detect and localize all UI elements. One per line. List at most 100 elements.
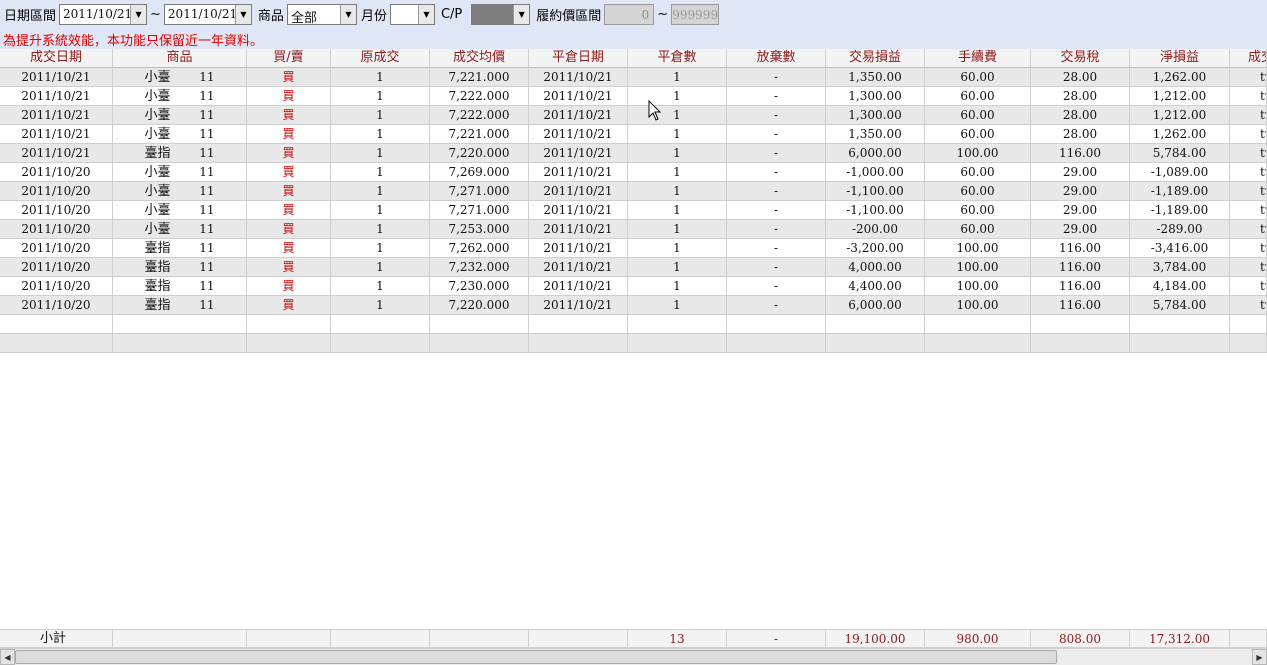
extra-cell: tv	[1230, 68, 1267, 87]
avg-price-cell: 7,262.000	[430, 239, 529, 258]
date-from-dropdown[interactable]: 2011/10/21 ▼	[59, 4, 148, 25]
orig-qty-cell: 1	[331, 163, 430, 182]
scroll-thumb[interactable]	[15, 650, 1057, 664]
column-header-orig-qty[interactable]: 原成交	[331, 49, 430, 68]
avg-price-cell: 7,271.000	[430, 201, 529, 220]
column-header-close-date[interactable]: 平倉日期	[529, 49, 628, 68]
table-row[interactable]: 2011/10/21 小臺 11 買 1 7,222.000 2011/10/21 1-1,3…	[0, 87, 1267, 106]
retention-notice: 為提升系統效能，本功能只保留近一年資料。	[0, 29, 1267, 49]
table-row[interactable]: 2011/10/21 小臺 11 買 1 7,221.000 2011/10/21 1-1,3…	[0, 68, 1267, 87]
column-header-trade-pnl[interactable]: 交易損益	[826, 49, 925, 68]
dropdown-arrow-icon[interactable]: ▼	[513, 5, 530, 24]
horizontal-scrollbar[interactable]: ◀ ▶	[0, 648, 1267, 665]
close-qty-cell: 1	[628, 182, 727, 201]
fee-cell: 100.00	[925, 258, 1031, 277]
column-header-extra[interactable]: 成交	[1230, 49, 1267, 68]
net-pnl-cell: 1,212.00	[1130, 87, 1230, 106]
dropdown-arrow-icon[interactable]: ▼	[417, 5, 434, 24]
empty-row	[0, 334, 1267, 353]
product-cell: 臺指 11	[113, 296, 247, 315]
column-header-net-pnl[interactable]: 淨損益	[1130, 49, 1230, 68]
table-row[interactable]: 2011/10/20 臺指 11 買 1 7,230.000 2011/10/21 1-4,4…	[0, 277, 1267, 296]
table-row[interactable]: 2011/10/20 臺指 11 買 1 7,262.000 2011/10/21 1- -3,…	[0, 239, 1267, 258]
fee-cell: 60.00	[925, 68, 1031, 87]
fee-cell: 60.00	[925, 125, 1031, 144]
net-pnl-cell: 4,184.00	[1130, 277, 1230, 296]
orig-qty-cell: 1	[331, 277, 430, 296]
product-month: 11	[199, 203, 215, 217]
column-header-close-qty[interactable]: 平倉數	[628, 49, 727, 68]
product-name: 臺指	[144, 260, 171, 275]
column-header-product[interactable]: 商品	[113, 49, 247, 68]
close-date-cell: 2011/10/21	[529, 296, 628, 315]
subtotal-pnl: 19,100.00	[826, 629, 925, 648]
product-month: 11	[199, 298, 215, 312]
empty-cell	[826, 315, 925, 334]
cp-dropdown[interactable]: ▼	[471, 4, 531, 25]
product-cell: 臺指 11	[113, 239, 247, 258]
trade-date-cell: 2011/10/21	[0, 125, 113, 144]
column-header-abandon-qty[interactable]: 放棄數	[727, 49, 826, 68]
close-date-cell: 2011/10/21	[529, 144, 628, 163]
column-header-trade-date[interactable]: 成交日期	[0, 49, 113, 68]
tax-cell: 28.00	[1031, 125, 1130, 144]
net-pnl-cell: -1,189.00	[1130, 201, 1230, 220]
orig-qty-cell: 1	[331, 296, 430, 315]
buy-sell-cell: 買	[247, 201, 331, 220]
extra-cell: tv	[1230, 239, 1267, 258]
date-from-value: 2011/10/21	[63, 7, 131, 21]
column-header-tax[interactable]: 交易稅	[1031, 49, 1130, 68]
close-qty-cell: 1	[628, 144, 727, 163]
trade-date-cell: 2011/10/21	[0, 144, 113, 163]
scroll-right-arrow-icon[interactable]: ▶	[1252, 649, 1267, 665]
strike-to-input[interactable]: 999999	[671, 4, 720, 25]
table-row[interactable]: 2011/10/20 臺指 11 買 1 7,232.000 2011/10/21 1-4,0…	[0, 258, 1267, 277]
empty-cell	[1130, 334, 1230, 353]
table-row[interactable]: 2011/10/20 小臺 11 買 1 7,271.000 2011/10/21 1- -1,…	[0, 201, 1267, 220]
product-label: 商品	[257, 9, 284, 24]
table-row[interactable]: 2011/10/21 小臺 11 買 1 7,221.000 2011/10/21 1-1,3…	[0, 125, 1267, 144]
extra-cell: tv	[1230, 163, 1267, 182]
fee-cell: 100.00	[925, 239, 1031, 258]
empty-cell	[331, 334, 430, 353]
subtotal-close-qty: 13	[628, 629, 727, 648]
empty-cell	[628, 334, 727, 353]
tax-cell: 29.00	[1031, 220, 1130, 239]
net-pnl-cell: -289.00	[1130, 220, 1230, 239]
tax-cell: 29.00	[1031, 182, 1130, 201]
tax-cell: 116.00	[1031, 144, 1130, 163]
column-header-avg-price[interactable]: 成交均價	[430, 49, 529, 68]
product-cell: 小臺 11	[113, 87, 247, 106]
month-value	[391, 5, 418, 24]
dropdown-arrow-icon[interactable]: ▼	[234, 5, 251, 24]
close-qty-cell: 1	[628, 87, 727, 106]
product-name: 臺指	[144, 279, 171, 294]
table-row[interactable]: 2011/10/20 小臺 11 買 1 7,269.000 2011/10/21 1- -1,…	[0, 163, 1267, 182]
trade-pnl-cell: -200.00	[826, 220, 925, 239]
column-header-fee[interactable]: 手續費	[925, 49, 1031, 68]
table-row[interactable]: 2011/10/20 臺指 11 買 1 7,220.000 2011/10/21 1-6,0…	[0, 296, 1267, 315]
orig-qty-cell: 1	[331, 182, 430, 201]
abandon-qty-cell: -	[727, 277, 826, 296]
empty-cell	[925, 315, 1031, 334]
empty-cell	[113, 315, 247, 334]
table-row[interactable]: 2011/10/20 小臺 11 買 1 7,271.000 2011/10/21 1- -1,…	[0, 182, 1267, 201]
table-row[interactable]: 2011/10/20 小臺 11 買 1 7,253.000 2011/10/21 1- -20…	[0, 220, 1267, 239]
column-header-buy-sell[interactable]: 買/賣	[247, 49, 331, 68]
trade-pnl-cell: 1,350.00	[826, 125, 925, 144]
date-to-dropdown[interactable]: 2011/10/21 ▼	[163, 4, 252, 25]
close-qty-cell: 1	[628, 296, 727, 315]
strike-from-input[interactable]: 0	[604, 4, 655, 25]
table-row[interactable]: 2011/10/21 臺指 11 買 1 7,220.000 2011/10/21 1-6,0…	[0, 144, 1267, 163]
fee-cell: 60.00	[925, 87, 1031, 106]
month-dropdown[interactable]: ▼	[389, 4, 435, 25]
fee-cell: 60.00	[925, 163, 1031, 182]
product-name: 小臺	[144, 222, 171, 237]
net-pnl-cell: -1,089.00	[1130, 163, 1230, 182]
trade-date-cell: 2011/10/21	[0, 106, 113, 125]
scroll-left-arrow-icon[interactable]: ◀	[0, 649, 15, 665]
dropdown-arrow-icon[interactable]: ▼	[130, 5, 147, 24]
table-row[interactable]: 2011/10/21 小臺 11 買 1 7,222.000 2011/10/21 1-1,3…	[0, 106, 1267, 125]
dropdown-arrow-icon[interactable]: ▼	[339, 5, 356, 24]
product-dropdown[interactable]: 全部 ▼	[286, 4, 357, 25]
